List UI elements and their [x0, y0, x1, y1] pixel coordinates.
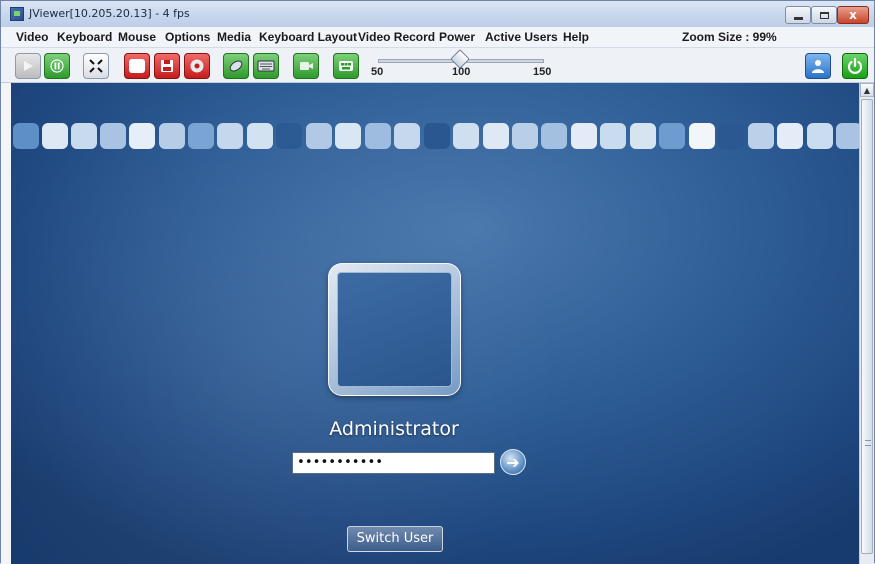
- close-icon: x: [849, 8, 857, 22]
- decorative-tile: [630, 123, 656, 149]
- power-icon: [847, 57, 863, 74]
- zoom-tick-150: 150: [533, 66, 552, 78]
- floppy-icon: [161, 60, 173, 72]
- decorative-tile: [394, 123, 420, 149]
- password-field[interactable]: •••••••••••: [292, 452, 495, 474]
- active-user-icon: [812, 60, 824, 73]
- decorative-tile: [571, 123, 597, 149]
- decorative-tiles-row: [11, 123, 859, 153]
- video-record-icon: [300, 62, 313, 70]
- video-record-button[interactable]: [293, 53, 319, 79]
- toolbar: 50 100 150: [1, 48, 874, 83]
- menu-bar: Video Keyboard Mouse Options Media Keybo…: [1, 27, 874, 48]
- scroll-up-arrow-icon[interactable]: ▲: [860, 83, 874, 97]
- close-button[interactable]: x: [837, 6, 869, 24]
- maximize-icon: [819, 11, 829, 19]
- fullscreen-button[interactable]: [83, 53, 109, 79]
- decorative-tile: [365, 123, 391, 149]
- scrollbar-grip-icon: [865, 440, 871, 446]
- zoom-size-label: Zoom Size : 99%: [682, 30, 777, 44]
- decorative-tile: [689, 123, 715, 149]
- menu-video-record[interactable]: Video Record: [358, 30, 435, 44]
- menu-help[interactable]: Help: [563, 30, 589, 44]
- menu-video[interactable]: Video: [16, 30, 48, 44]
- login-arrow-button[interactable]: ➔: [500, 449, 526, 475]
- minimize-icon: [793, 16, 803, 20]
- decorative-tile: [71, 123, 97, 149]
- cd-icon: [129, 59, 145, 73]
- decorative-tile: [836, 123, 859, 149]
- zoom-tick-100: 100: [452, 66, 471, 78]
- decorative-tile: [306, 123, 332, 149]
- menu-keyboard[interactable]: Keyboard: [57, 30, 112, 44]
- decorative-tile: [807, 123, 833, 149]
- decorative-tile: [659, 123, 685, 149]
- window-title: JViewer[10.205.20.13] - 4 fps: [29, 7, 190, 20]
- decorative-tile: [483, 123, 509, 149]
- play-button[interactable]: [15, 53, 41, 79]
- maximize-button[interactable]: [811, 6, 837, 24]
- cd-media-button[interactable]: [124, 53, 150, 79]
- mouse-button[interactable]: [223, 53, 249, 79]
- decorative-tile: [42, 123, 68, 149]
- hotkeys-button[interactable]: [333, 53, 359, 79]
- decorative-tile: [335, 123, 361, 149]
- mouse-icon: [229, 60, 243, 72]
- decorative-tile: [247, 123, 273, 149]
- zoom-tick-50: 50: [371, 66, 384, 78]
- decorative-tile: [159, 123, 185, 149]
- fullscreen-icon: [89, 59, 103, 73]
- decorative-tile: [541, 123, 567, 149]
- pause-icon: [50, 59, 64, 73]
- user-picture: [337, 272, 452, 387]
- active-user-button[interactable]: [805, 53, 831, 79]
- menu-mouse[interactable]: Mouse: [118, 30, 156, 44]
- power-button[interactable]: [842, 53, 868, 79]
- switch-user-button[interactable]: Switch User: [347, 526, 443, 552]
- left-gutter: [1, 83, 11, 564]
- vertical-scrollbar[interactable]: ▲: [859, 83, 874, 564]
- hard-disk-icon: [190, 59, 204, 73]
- remote-screen[interactable]: Administrator ••••••••••• ➔ Switch User: [11, 83, 859, 564]
- decorative-tile: [424, 123, 450, 149]
- minimize-button[interactable]: [785, 6, 811, 24]
- decorative-tile: [100, 123, 126, 149]
- menu-active-users[interactable]: Active Users: [485, 30, 558, 44]
- decorative-tile: [13, 123, 39, 149]
- menu-options[interactable]: Options: [165, 30, 210, 44]
- keyboard-icon: [257, 60, 275, 72]
- floppy-media-button[interactable]: [154, 53, 180, 79]
- menu-power[interactable]: Power: [439, 30, 475, 44]
- menu-keyboard-layout[interactable]: Keyboard Layout: [259, 30, 357, 44]
- menu-media[interactable]: Media: [217, 30, 251, 44]
- decorative-tile: [129, 123, 155, 149]
- decorative-tile: [718, 123, 744, 149]
- title-bar[interactable]: JViewer[10.205.20.13] - 4 fps x: [1, 1, 874, 27]
- decorative-tile: [276, 123, 302, 149]
- decorative-tile: [453, 123, 479, 149]
- hotkeys-icon: [339, 61, 353, 71]
- decorative-tile: [217, 123, 243, 149]
- username-label: Administrator: [329, 418, 459, 440]
- play-icon: [24, 61, 33, 71]
- pause-button[interactable]: [44, 53, 70, 79]
- decorative-tile: [748, 123, 774, 149]
- keyboard-button[interactable]: [253, 53, 279, 79]
- scrollbar-thumb[interactable]: [861, 99, 873, 554]
- jviewer-window: JViewer[10.205.20.13] - 4 fps x Video Ke…: [0, 0, 875, 564]
- arrow-right-icon: ➔: [506, 452, 520, 472]
- decorative-tile: [600, 123, 626, 149]
- decorative-tile: [188, 123, 214, 149]
- user-tile[interactable]: [328, 263, 461, 396]
- hard-disk-button[interactable]: [184, 53, 210, 79]
- decorative-tile: [777, 123, 803, 149]
- decorative-tile: [512, 123, 538, 149]
- app-icon: [10, 7, 24, 21]
